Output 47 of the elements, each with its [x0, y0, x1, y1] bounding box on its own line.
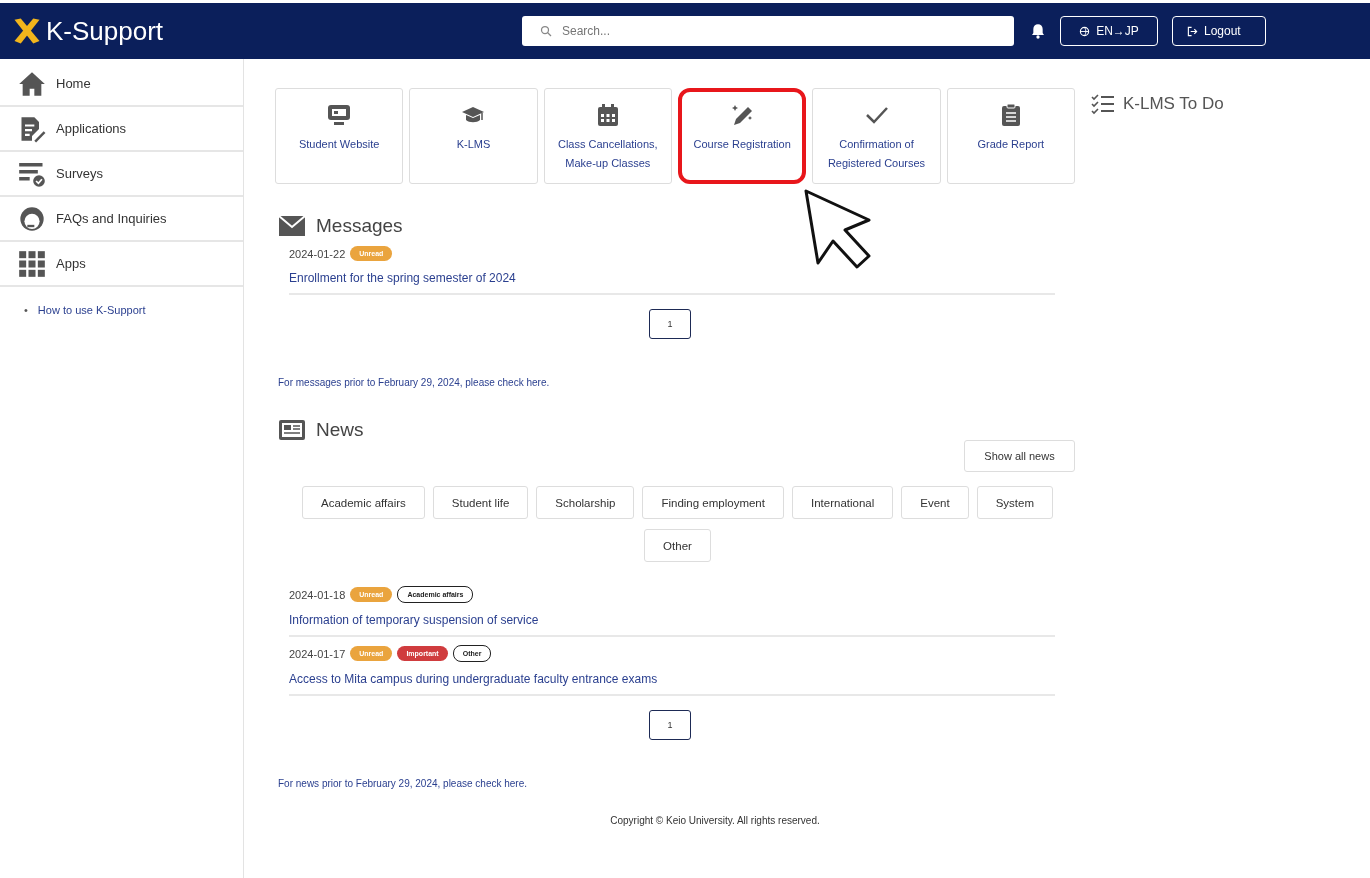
bullet-mark: •	[24, 303, 28, 318]
section-title: Messages	[316, 215, 403, 237]
page-button[interactable]: 1	[649, 309, 691, 339]
shortcut-tile[interactable]: Class Cancellations, Make-up Classes	[543, 88, 672, 184]
item-link[interactable]: Information of temporary suspension of service	[289, 613, 1055, 627]
logout-icon	[1187, 25, 1198, 37]
shortcut-tile[interactable]: Course Registration	[677, 88, 807, 184]
monitor-icon	[327, 103, 352, 127]
item-link[interactable]: Access to Mita campus during undergraduate faculty entrance exams	[289, 672, 1055, 686]
grid-icon	[18, 249, 46, 278]
logo-text[interactable]: K-Support	[46, 15, 164, 47]
category-filter-button[interactable]: Student life	[432, 486, 529, 519]
pencil-sparkle-icon	[730, 103, 755, 127]
category-filter-button[interactable]: Finding employment	[642, 486, 784, 519]
shortcut-tile[interactable]: Confirmation of Registered Courses	[812, 88, 941, 184]
section-title: News	[316, 419, 364, 441]
date-text: 2024-01-22	[289, 247, 346, 260]
globe-icon	[1079, 25, 1091, 37]
archive-link[interactable]: For news prior to February 29, 2024, please check here.	[278, 778, 1075, 789]
calendar-icon	[595, 103, 620, 127]
shortcut-tile[interactable]: Grade Report	[946, 88, 1075, 184]
category-filter-button[interactable]: System	[976, 486, 1054, 519]
shortcut-tile[interactable]: Student Website	[275, 88, 404, 184]
shortcut-tile[interactable]: K-LMS	[409, 88, 538, 184]
checklist-icon	[1091, 93, 1115, 115]
category-filter-button[interactable]: Scholarship	[536, 486, 635, 519]
search-field[interactable]: Search...	[522, 16, 1014, 46]
language-button[interactable]: EN→JP	[1060, 16, 1158, 46]
page-button[interactable]: 1	[649, 710, 691, 740]
copyright-text: Copyright © Keio University. All rights reserved.	[609, 815, 821, 826]
show-all-button[interactable]: Show all news	[964, 440, 1075, 472]
category-filter-button[interactable]: International	[791, 486, 894, 519]
date-text: 2024-01-17	[289, 647, 346, 660]
help-link[interactable]: How to use K-Support	[37, 301, 146, 319]
logout-button[interactable]: Logout	[1172, 16, 1266, 46]
bell-icon	[1030, 22, 1046, 40]
archive-link[interactable]: For messages prior to February 29, 2024, please check here.	[278, 377, 1075, 388]
search-icon	[540, 25, 552, 37]
todo-title: K-LMS To Do	[1123, 94, 1224, 114]
date-text: 2024-01-18	[289, 588, 346, 601]
category-filter-button[interactable]: Event	[901, 486, 969, 519]
logo-mark-icon	[12, 16, 42, 46]
category-filter-button[interactable]: Academic affairs	[301, 486, 425, 519]
newspaper-icon	[278, 418, 306, 442]
item-link[interactable]: Enrollment for the spring semester of 2024	[289, 271, 1055, 285]
envelope-icon	[278, 214, 306, 238]
category-filter-button[interactable]: Other	[644, 529, 711, 562]
